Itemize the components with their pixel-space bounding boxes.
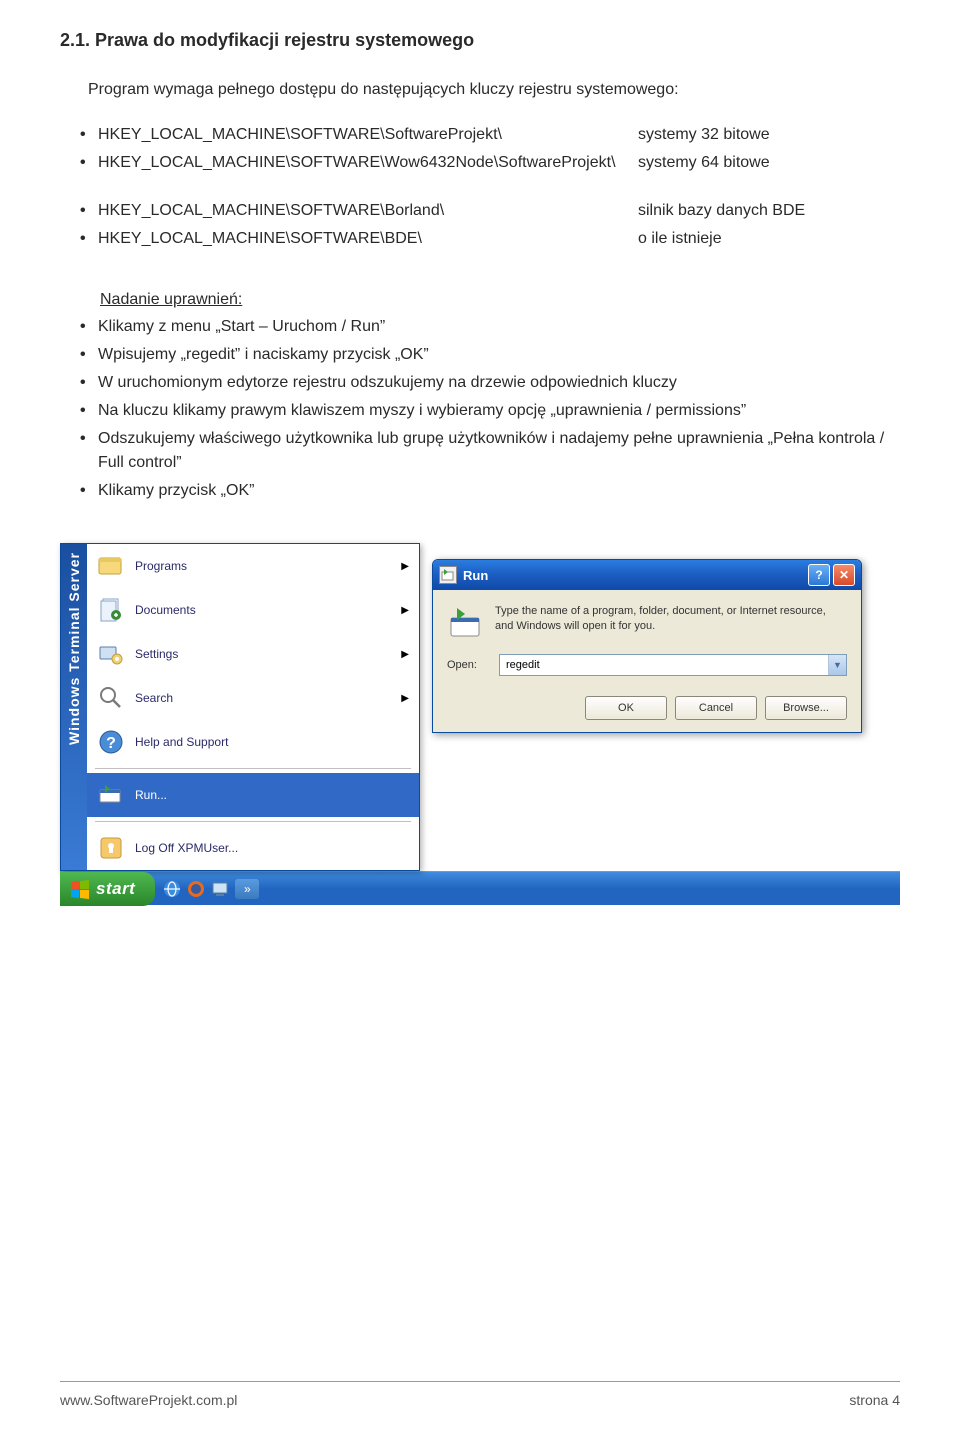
- quick-launch-chevron[interactable]: »: [235, 879, 259, 899]
- sidebar-item-run[interactable]: Run...: [87, 773, 419, 817]
- search-icon: [97, 684, 125, 712]
- footer-page-number: strona 4: [849, 1392, 900, 1408]
- registry-key-desc: systemy 32 bitowe: [638, 123, 900, 147]
- steps-list: Klikamy z menu „Start – Uruchom / Run” W…: [60, 315, 900, 503]
- sidebar-item-label: Search: [135, 691, 391, 705]
- registry-key-item: HKEY_LOCAL_MACHINE\SOFTWARE\BDE\ o ile i…: [60, 227, 900, 251]
- registry-key-desc: o ile istnieje: [638, 227, 900, 251]
- sidebar-item-label: Help and Support: [135, 735, 409, 749]
- svg-text:?: ?: [106, 735, 116, 752]
- sidebar-item-settings[interactable]: Settings ▶: [87, 632, 419, 676]
- registry-key-desc: systemy 64 bitowe: [638, 151, 900, 175]
- sidebar-item-logoff[interactable]: Log Off XPMUser...: [87, 826, 419, 870]
- sidebar-item-label: Log Off XPMUser...: [135, 841, 409, 855]
- steps-subheading: Nadanie uprawnień:: [100, 291, 900, 309]
- registry-key-item: HKEY_LOCAL_MACHINE\SOFTWARE\SoftwareProj…: [60, 123, 900, 147]
- close-button[interactable]: ✕: [833, 564, 855, 586]
- start-button[interactable]: start: [60, 872, 155, 906]
- list-item: Wpisujemy „regedit” i naciskamy przycisk…: [60, 343, 900, 367]
- registry-key-desc: silnik bazy danych BDE: [638, 199, 900, 223]
- sidebar-item-label: Settings: [135, 647, 391, 661]
- sidebar-item-search[interactable]: Search ▶: [87, 676, 419, 720]
- help-icon: ?: [97, 728, 125, 756]
- registry-key-path: HKEY_LOCAL_MACHINE\SOFTWARE\Borland\: [98, 199, 638, 223]
- menu-separator: [95, 768, 411, 769]
- windows-logo-icon: [70, 879, 90, 899]
- list-item: W uruchomionym edytorze rejestru odszuku…: [60, 371, 900, 395]
- registry-key-item: HKEY_LOCAL_MACHINE\SOFTWARE\Borland\ sil…: [60, 199, 900, 223]
- chevron-right-icon: ▶: [401, 605, 409, 616]
- registry-keys-group-1: HKEY_LOCAL_MACHINE\SOFTWARE\SoftwareProj…: [60, 123, 900, 175]
- step-text: Wpisujemy „regedit” i naciskamy przycisk…: [98, 343, 900, 367]
- step-text: Odszukujemy właściwego użytkownika lub g…: [98, 427, 900, 475]
- registry-keys-group-2: HKEY_LOCAL_MACHINE\SOFTWARE\Borland\ sil…: [60, 199, 900, 251]
- footer-url: www.SoftwareProjekt.com.pl: [60, 1392, 237, 1408]
- open-combobox[interactable]: ▼: [499, 654, 847, 676]
- chevron-right-icon: ▶: [401, 649, 409, 660]
- cancel-button[interactable]: Cancel: [675, 696, 757, 720]
- list-item: Klikamy z menu „Start – Uruchom / Run”: [60, 315, 900, 339]
- list-item: Odszukujemy właściwego użytkownika lub g…: [60, 427, 900, 475]
- registry-key-item: HKEY_LOCAL_MACHINE\SOFTWARE\Wow6432Node\…: [60, 151, 900, 175]
- step-text: Na kluczu klikamy prawym klawiszem myszy…: [98, 399, 900, 423]
- open-input[interactable]: [500, 655, 828, 675]
- chevron-right-icon: ▶: [401, 561, 409, 572]
- run-dialog: Run ? ✕ Type the name of a program, fold…: [432, 559, 862, 733]
- step-text: W uruchomionym edytorze rejestru odszuku…: [98, 371, 900, 395]
- show-desktop-icon[interactable]: [211, 880, 229, 898]
- sidebar-item-programs[interactable]: Programs ▶: [87, 544, 419, 588]
- dialog-titlebar[interactable]: Run ? ✕: [433, 560, 861, 590]
- run-titlebar-icon: [439, 566, 457, 584]
- registry-key-path: HKEY_LOCAL_MACHINE\SOFTWARE\BDE\: [98, 227, 638, 251]
- settings-icon: [97, 640, 125, 668]
- list-item: Klikamy przycisk „OK”: [60, 479, 900, 503]
- start-menu-sidebar-label: Windows Terminal Server: [61, 544, 87, 870]
- taskbar: start »: [60, 871, 900, 905]
- run-icon: [97, 781, 125, 809]
- footer-rule: [60, 1381, 900, 1382]
- ok-button[interactable]: OK: [585, 696, 667, 720]
- ie-icon[interactable]: [163, 880, 181, 898]
- documents-icon: [97, 596, 125, 624]
- chevron-down-icon[interactable]: ▼: [828, 655, 846, 675]
- start-menu: Windows Terminal Server Programs ▶ Docum…: [60, 543, 420, 871]
- sidebar-item-documents[interactable]: Documents ▶: [87, 588, 419, 632]
- step-text: Klikamy z menu „Start – Uruchom / Run”: [98, 315, 900, 339]
- logoff-icon: [97, 834, 125, 862]
- registry-key-path: HKEY_LOCAL_MACHINE\SOFTWARE\SoftwareProj…: [98, 123, 638, 147]
- run-dialog-description: Type the name of a program, folder, docu…: [495, 604, 847, 640]
- programs-icon: [97, 552, 125, 580]
- sidebar-item-label: Run...: [135, 788, 409, 802]
- section-heading: 2.1. Prawa do modyfikacji rejestru syste…: [60, 30, 900, 51]
- chevron-right-icon: ▶: [401, 693, 409, 704]
- page-footer: www.SoftwareProjekt.com.pl strona 4: [60, 1392, 900, 1408]
- quick-launch: »: [155, 879, 267, 899]
- firefox-icon[interactable]: [187, 880, 205, 898]
- menu-separator: [95, 821, 411, 822]
- sidebar-item-label: Programs: [135, 559, 391, 573]
- sidebar-item-label: Documents: [135, 603, 391, 617]
- registry-key-path: HKEY_LOCAL_MACHINE\SOFTWARE\Wow6432Node\…: [98, 151, 638, 175]
- start-button-label: start: [96, 879, 135, 899]
- browse-button[interactable]: Browse...: [765, 696, 847, 720]
- help-button[interactable]: ?: [808, 564, 830, 586]
- open-label: Open:: [447, 659, 487, 671]
- sidebar-item-help[interactable]: ? Help and Support: [87, 720, 419, 764]
- list-item: Na kluczu klikamy prawym klawiszem myszy…: [60, 399, 900, 423]
- step-text: Klikamy przycisk „OK”: [98, 479, 900, 503]
- intro-text: Program wymaga pełnego dostępu do następ…: [88, 81, 900, 99]
- dialog-title: Run: [463, 568, 805, 583]
- run-dialog-icon: [447, 604, 483, 640]
